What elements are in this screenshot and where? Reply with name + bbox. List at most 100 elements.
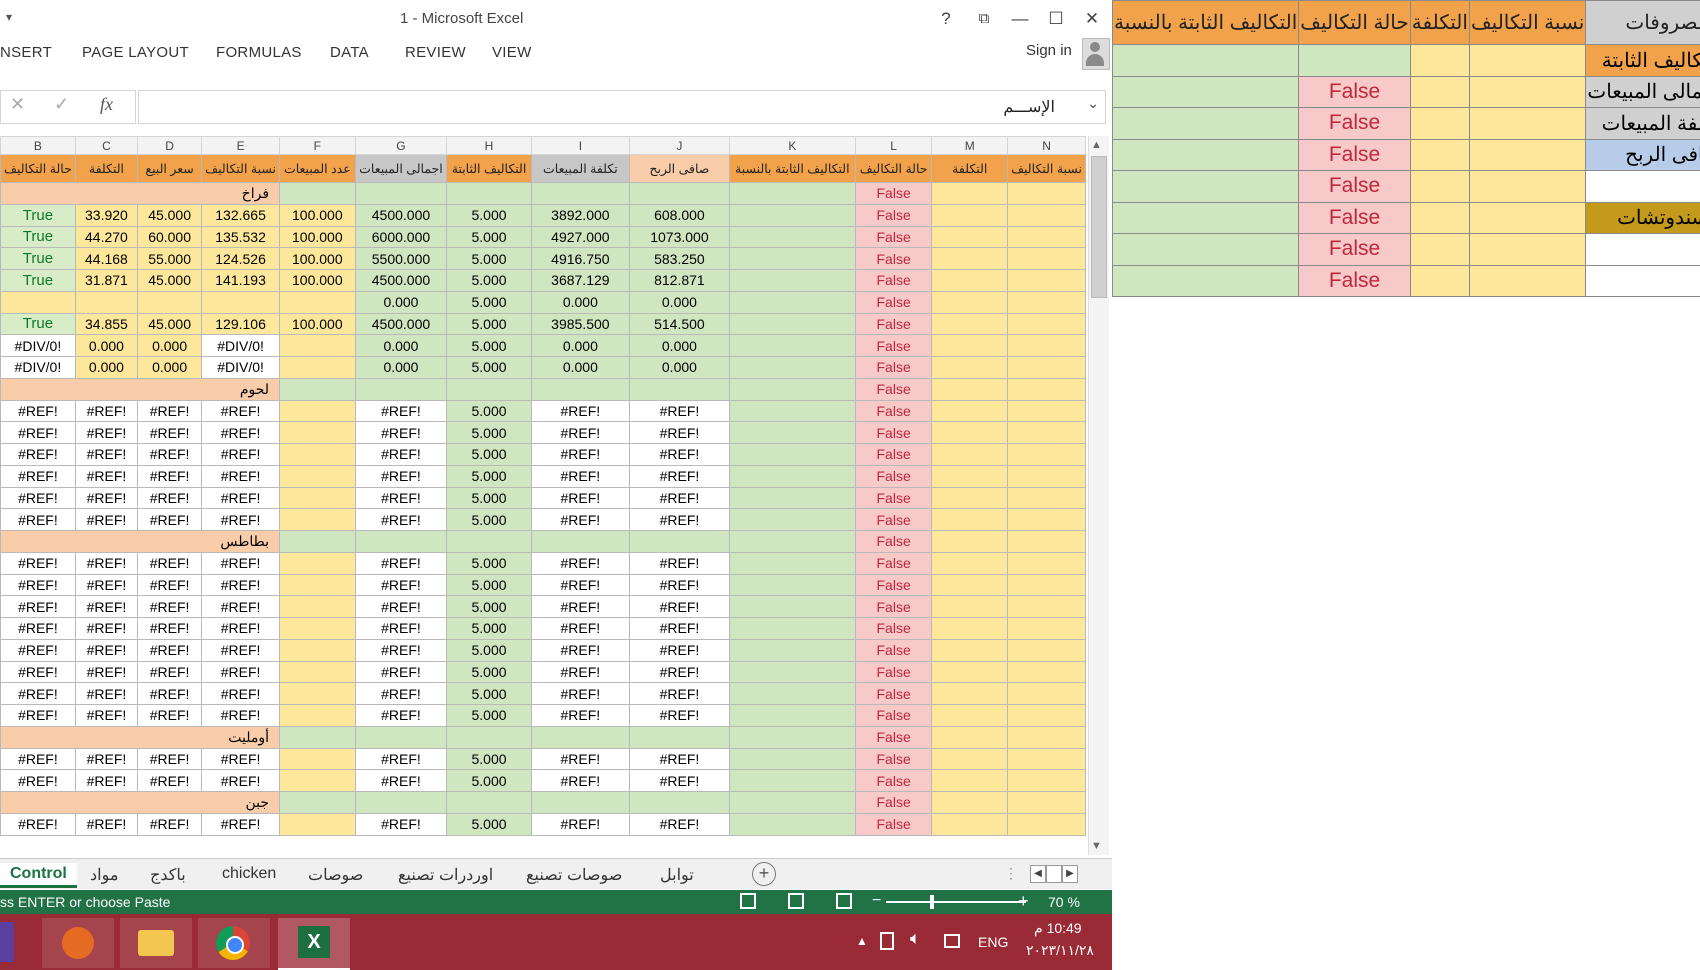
header-cell[interactable]: نسبة التكاليف [1007, 154, 1086, 183]
cell[interactable]: #REF! [201, 399, 281, 423]
cell[interactable] [728, 421, 856, 444]
summary-row-label[interactable]: صافى الربح [1585, 138, 1700, 171]
cell[interactable]: 0.000 [354, 356, 448, 379]
cell[interactable] [354, 725, 448, 749]
cell[interactable]: #REF! [137, 660, 203, 684]
cell[interactable]: #REF! [354, 486, 448, 510]
cell[interactable]: #REF! [354, 443, 448, 466]
cell[interactable]: 124.526 [201, 247, 281, 270]
cell[interactable] [279, 377, 356, 401]
taskbar-excel[interactable]: X [278, 918, 350, 970]
cell[interactable] [728, 682, 856, 705]
summary-cell[interactable]: False [1298, 233, 1411, 266]
cell[interactable]: 5500.000 [354, 247, 448, 270]
cell[interactable]: False [854, 638, 933, 662]
cell[interactable] [1007, 377, 1086, 401]
cell[interactable]: #REF! [74, 769, 139, 792]
cell[interactable]: 141.193 [201, 269, 281, 292]
cell[interactable]: 0.000 [354, 290, 448, 314]
cell[interactable]: 5.000 [446, 269, 532, 292]
cell[interactable]: #REF! [629, 421, 730, 444]
cell[interactable]: #REF! [74, 638, 139, 662]
cell[interactable]: True [0, 247, 76, 270]
cell[interactable] [728, 399, 856, 423]
section-label[interactable]: لحوم [0, 377, 281, 401]
cell[interactable] [931, 399, 1009, 423]
cell[interactable] [728, 247, 856, 270]
cell[interactable]: 135.532 [201, 225, 281, 249]
cell[interactable] [530, 182, 631, 205]
cell[interactable]: 812.871 [629, 269, 730, 292]
cell[interactable] [530, 530, 631, 553]
cell[interactable]: #REF! [530, 617, 631, 640]
summary-cell[interactable] [1409, 170, 1470, 203]
cell[interactable]: 33.920 [74, 203, 139, 227]
cell[interactable] [629, 530, 730, 553]
cell[interactable]: False [854, 182, 933, 205]
cell[interactable] [279, 551, 356, 575]
cell[interactable] [1007, 660, 1086, 684]
summary-row-label[interactable] [1585, 264, 1700, 297]
tab-formulas[interactable]: FORMULAS [216, 44, 302, 61]
ribbon-display-options-button[interactable]: ⧉ [970, 6, 998, 32]
cell[interactable]: #REF! [74, 747, 139, 771]
cell[interactable]: False [854, 725, 933, 749]
cell-grid[interactable]: B C D E F G H I J K L M N حالة التكاليف التكلفة سعر الب… [0, 136, 1086, 836]
cell[interactable]: 5.000 [446, 486, 532, 510]
summary-row-label[interactable] [1585, 170, 1700, 203]
cell[interactable]: 0.000 [74, 356, 139, 379]
cell[interactable] [931, 290, 1009, 314]
cell[interactable] [1007, 182, 1086, 205]
cell[interactable]: 129.106 [201, 312, 281, 336]
cell[interactable] [1007, 508, 1086, 531]
cell[interactable]: #REF! [354, 551, 448, 575]
cell[interactable]: #REF! [0, 508, 76, 531]
header-cell[interactable]: نسبة التكاليف [201, 154, 281, 183]
header-cell[interactable]: حالة التكاليف [0, 154, 76, 183]
cell[interactable]: #REF! [530, 595, 631, 618]
tab-review[interactable]: REVIEW [405, 44, 466, 61]
cell[interactable]: True [0, 269, 76, 292]
cell[interactable]: 45.000 [137, 203, 203, 227]
tab-data[interactable]: DATA [330, 44, 369, 61]
cell[interactable]: 0.000 [629, 290, 730, 314]
cell[interactable] [931, 203, 1009, 227]
summary-header-cell[interactable]: التكلفة [1409, 0, 1470, 45]
cell[interactable] [931, 812, 1009, 836]
cell[interactable]: #REF! [0, 421, 76, 444]
cell[interactable]: #REF! [629, 769, 730, 792]
cell[interactable]: 0.000 [629, 334, 730, 357]
cell[interactable]: 45.000 [137, 269, 203, 292]
network-icon[interactable] [944, 934, 960, 948]
cell[interactable]: 5.000 [446, 421, 532, 444]
cell[interactable] [728, 203, 856, 227]
zoom-slider[interactable] [886, 901, 1026, 903]
cell[interactable] [728, 356, 856, 379]
cell[interactable]: False [854, 334, 933, 357]
cell[interactable] [728, 508, 856, 531]
cell[interactable]: #REF! [74, 595, 139, 618]
cell[interactable] [728, 617, 856, 640]
cell[interactable]: #REF! [201, 464, 281, 488]
cell[interactable] [931, 769, 1009, 792]
cell[interactable]: 5.000 [446, 443, 532, 466]
add-sheet-button[interactable]: + [752, 862, 776, 886]
cell[interactable]: False [854, 704, 933, 727]
summary-row-label[interactable]: تكلفة المبيعات [1585, 107, 1700, 140]
cell[interactable]: 4916.750 [530, 247, 631, 270]
tab-nav-middle-icon[interactable] [1046, 865, 1062, 883]
cell[interactable]: #REF! [530, 464, 631, 488]
cell[interactable] [931, 530, 1009, 553]
cell[interactable]: 5.000 [446, 247, 532, 270]
cell[interactable] [446, 530, 532, 553]
cell[interactable] [279, 791, 356, 814]
column-header[interactable]: C [74, 136, 139, 155]
cell[interactable] [1007, 334, 1086, 357]
cell[interactable] [279, 573, 356, 597]
minimize-button[interactable]: — [1006, 6, 1034, 32]
scroll-down-icon[interactable]: ▼ [1091, 840, 1102, 852]
cell[interactable]: #REF! [354, 421, 448, 444]
header-cell[interactable]: عدد المبيعات [279, 154, 356, 183]
summary-cell[interactable]: False [1298, 170, 1411, 203]
cell[interactable]: #REF! [201, 486, 281, 510]
